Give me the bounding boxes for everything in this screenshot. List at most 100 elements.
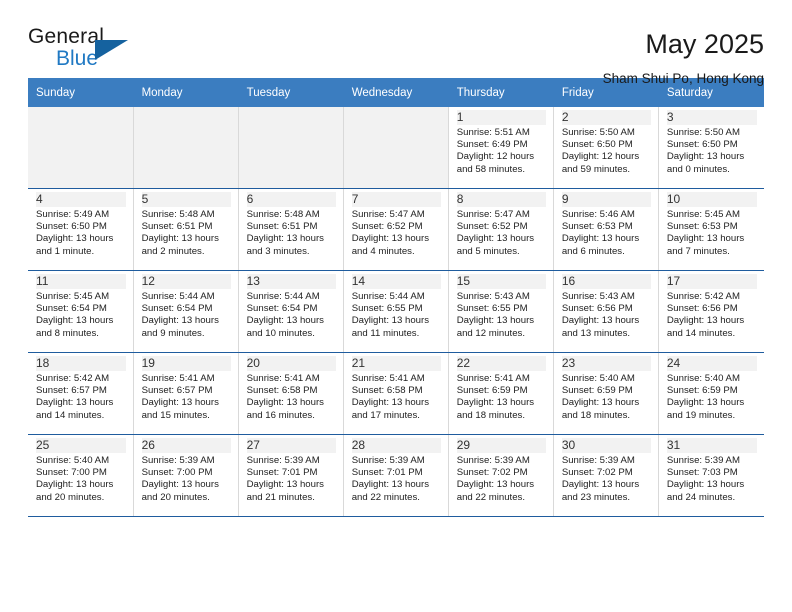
calendar-day-cell[interactable]: 10 Sunrise: 5:45 AM Sunset: 6:53 PM Dayligh… <box>658 188 764 271</box>
day-number: 12 <box>141 274 231 289</box>
calendar-day-cell[interactable]: 15 Sunrise: 5:43 AM Sunset: 6:55 PM Dayligh… <box>448 270 554 353</box>
calendar-day-cell[interactable]: 4 Sunrise: 5:49 AM Sunset: 6:50 PM Daylight… <box>28 188 134 271</box>
calendar-cell-inner <box>28 107 133 188</box>
calendar-day-cell[interactable]: 28 Sunrise: 5:39 AM Sunset: 7:01 PM Dayligh… <box>343 434 449 517</box>
day-number: 7 <box>351 192 441 207</box>
day-daylight-text: Daylight: 13 hours <box>666 479 745 491</box>
calendar-day-cell[interactable]: 1 Sunrise: 5:51 AM Sunset: 6:49 PM Daylight… <box>448 107 554 189</box>
day-sunset-text: Sunset: 6:57 PM <box>141 385 213 397</box>
day-sunset-text: Sunset: 6:58 PM <box>246 385 318 397</box>
day-details: Sunrise: 5:44 AM Sunset: 6:55 PM Daylight:… <box>352 290 441 340</box>
calendar-day-cell[interactable]: 25 Sunrise: 5:40 AM Sunset: 7:00 PM Dayligh… <box>28 434 134 517</box>
day-sunrise-text: Sunrise: 5:50 AM <box>666 127 740 138</box>
calendar-day-cell[interactable]: 6 Sunrise: 5:48 AM Sunset: 6:51 PM Daylight… <box>238 188 344 271</box>
calendar-day-cell[interactable]: 27 Sunrise: 5:39 AM Sunset: 7:01 PM Dayligh… <box>238 434 344 517</box>
day-number: 22 <box>456 356 546 371</box>
day-sunset-text: Sunset: 6:57 PM <box>36 385 107 397</box>
day-sunrise-text: Sunrise: 5:41 AM <box>141 373 215 384</box>
day-daylight-text: and 15 minutes. <box>141 409 210 421</box>
day-sunrise-text: Sunrise: 5:45 AM <box>666 209 740 220</box>
calendar-cell-inner: 28 Sunrise: 5:39 AM Sunset: 7:01 PM Dayligh… <box>344 435 448 516</box>
day-sunrise-text: Sunrise: 5:43 AM <box>456 291 530 302</box>
calendar-cell-empty <box>343 107 449 189</box>
logo-text-general: General <box>28 25 105 48</box>
day-sunrise-text: Sunrise: 5:47 AM <box>351 209 425 220</box>
calendar-cell-inner: 30 Sunrise: 5:39 AM Sunset: 7:02 PM Dayligh… <box>554 435 658 516</box>
calendar-cell-inner <box>133 107 238 188</box>
day-daylight-text: and 13 minutes. <box>561 327 631 339</box>
day-details: Sunrise: 5:49 AM Sunset: 6:50 PM Daylight:… <box>36 208 126 258</box>
day-daylight-text: Daylight: 13 hours <box>246 397 324 409</box>
day-sunrise-text: Sunrise: 5:42 AM <box>36 373 110 384</box>
day-daylight-text: and 21 minutes. <box>246 491 315 503</box>
calendar-cell-inner: 14 Sunrise: 5:44 AM Sunset: 6:55 PM Dayligh… <box>344 271 448 352</box>
day-daylight-text: and 10 minutes. <box>246 327 315 339</box>
day-number: 11 <box>36 274 126 289</box>
day-sunset-text: Sunset: 6:59 PM <box>666 385 738 397</box>
day-daylight-text: and 17 minutes. <box>351 409 420 421</box>
day-number: 15 <box>456 274 546 289</box>
calendar-cell-inner: 16 Sunrise: 5:43 AM Sunset: 6:56 PM Dayligh… <box>554 271 658 352</box>
calendar-day-cell[interactable]: 8 Sunrise: 5:47 AM Sunset: 6:52 PM Daylight… <box>448 188 554 271</box>
calendar-day-cell[interactable]: 12 Sunrise: 5:44 AM Sunset: 6:54 PM Dayligh… <box>133 270 239 353</box>
day-details: Sunrise: 5:43 AM Sunset: 6:55 PM Daylight:… <box>457 290 546 340</box>
calendar-day-cell[interactable]: 24 Sunrise: 5:40 AM Sunset: 6:59 PM Dayligh… <box>658 352 764 435</box>
calendar-cell-inner: 9 Sunrise: 5:46 AM Sunset: 6:53 PM Daylight… <box>554 189 658 270</box>
day-daylight-text: and 0 minutes. <box>666 163 730 175</box>
day-sunset-text: Sunset: 6:52 PM <box>456 221 528 233</box>
day-daylight-text: Daylight: 13 hours <box>561 397 640 409</box>
page-header: General Blue May 2025 Sham Shui Po, Hong… <box>28 0 764 87</box>
day-details: Sunrise: 5:46 AM Sunset: 6:53 PM Daylight:… <box>562 208 651 258</box>
day-daylight-text: and 59 minutes. <box>561 163 631 175</box>
day-daylight-text: Daylight: 13 hours <box>351 397 430 409</box>
calendar-day-cell[interactable]: 26 Sunrise: 5:39 AM Sunset: 7:00 PM Dayligh… <box>133 434 239 517</box>
calendar-day-cell[interactable]: 30 Sunrise: 5:39 AM Sunset: 7:02 PM Dayligh… <box>553 434 659 517</box>
day-number: 20 <box>246 356 336 371</box>
calendar-day-cell[interactable]: 9 Sunrise: 5:46 AM Sunset: 6:53 PM Daylight… <box>553 188 659 271</box>
day-daylight-text: and 1 minute. <box>36 245 95 257</box>
calendar-day-cell[interactable]: 18 Sunrise: 5:42 AM Sunset: 6:57 PM Dayligh… <box>28 352 134 435</box>
day-details: Sunrise: 5:48 AM Sunset: 6:51 PM Daylight:… <box>247 208 336 258</box>
day-sunset-text: Sunset: 7:03 PM <box>666 467 738 479</box>
calendar-day-cell[interactable]: 16 Sunrise: 5:43 AM Sunset: 6:56 PM Dayligh… <box>553 270 659 353</box>
calendar-day-cell[interactable]: 3 Sunrise: 5:50 AM Sunset: 6:50 PM Daylight… <box>658 107 764 189</box>
calendar-day-cell[interactable]: 5 Sunrise: 5:48 AM Sunset: 6:51 PM Daylight… <box>133 188 239 271</box>
calendar-day-cell[interactable]: 2 Sunrise: 5:50 AM Sunset: 6:50 PM Daylight… <box>553 107 659 189</box>
weekday-header-thursday: Thursday <box>448 78 554 107</box>
calendar-cell-empty <box>238 107 344 189</box>
calendar-day-cell[interactable]: 22 Sunrise: 5:41 AM Sunset: 6:59 PM Dayligh… <box>448 352 554 435</box>
calendar-cell-inner: 4 Sunrise: 5:49 AM Sunset: 6:50 PM Daylight… <box>28 189 133 270</box>
weekday-header-tuesday: Tuesday <box>238 78 344 107</box>
calendar-day-cell[interactable]: 29 Sunrise: 5:39 AM Sunset: 7:02 PM Dayligh… <box>448 434 554 517</box>
day-daylight-text: and 9 minutes. <box>141 327 205 339</box>
day-daylight-text: Daylight: 13 hours <box>246 315 324 327</box>
day-sunset-text: Sunset: 7:02 PM <box>456 467 528 479</box>
calendar-day-cell[interactable]: 31 Sunrise: 5:39 AM Sunset: 7:03 PM Dayligh… <box>658 434 764 517</box>
calendar-day-cell[interactable]: 7 Sunrise: 5:47 AM Sunset: 6:52 PM Daylight… <box>343 188 449 271</box>
calendar-cell-inner: 17 Sunrise: 5:42 AM Sunset: 6:56 PM Dayligh… <box>659 271 764 352</box>
day-number: 18 <box>36 356 126 371</box>
calendar-day-cell[interactable]: 17 Sunrise: 5:42 AM Sunset: 6:56 PM Dayligh… <box>658 270 764 353</box>
calendar-cell-empty <box>133 107 239 189</box>
calendar-day-cell[interactable]: 21 Sunrise: 5:41 AM Sunset: 6:58 PM Dayligh… <box>343 352 449 435</box>
day-number: 4 <box>36 192 126 207</box>
calendar-day-cell[interactable]: 11 Sunrise: 5:45 AM Sunset: 6:54 PM Dayligh… <box>28 270 134 353</box>
calendar-cell-inner: 1 Sunrise: 5:51 AM Sunset: 6:49 PM Daylight… <box>449 107 553 188</box>
day-details: Sunrise: 5:39 AM Sunset: 7:03 PM Daylight:… <box>667 454 757 504</box>
logo-general-blue[interactable]: General Blue <box>28 26 148 78</box>
calendar-day-cell[interactable]: 19 Sunrise: 5:41 AM Sunset: 6:57 PM Dayligh… <box>133 352 239 435</box>
calendar-day-cell[interactable]: 20 Sunrise: 5:41 AM Sunset: 6:58 PM Dayligh… <box>238 352 344 435</box>
day-daylight-text: and 20 minutes. <box>36 491 105 503</box>
title-block: May 2025 Sham Shui Po, Hong Kong <box>603 26 764 88</box>
day-number: 14 <box>351 274 441 289</box>
day-daylight-text: Daylight: 13 hours <box>351 233 430 245</box>
calendar-day-cell[interactable]: 23 Sunrise: 5:40 AM Sunset: 6:59 PM Dayligh… <box>553 352 659 435</box>
day-details: Sunrise: 5:47 AM Sunset: 6:52 PM Daylight:… <box>457 208 546 258</box>
day-daylight-text: Daylight: 13 hours <box>141 233 219 245</box>
calendar-day-cell[interactable]: 13 Sunrise: 5:44 AM Sunset: 6:54 PM Dayligh… <box>238 270 344 353</box>
day-daylight-text: Daylight: 13 hours <box>456 397 535 409</box>
calendar-day-cell[interactable]: 14 Sunrise: 5:44 AM Sunset: 6:55 PM Dayligh… <box>343 270 449 353</box>
day-details: Sunrise: 5:44 AM Sunset: 6:54 PM Daylight:… <box>247 290 336 340</box>
day-number: 26 <box>141 438 231 453</box>
logo-triangle-icon <box>95 40 128 60</box>
